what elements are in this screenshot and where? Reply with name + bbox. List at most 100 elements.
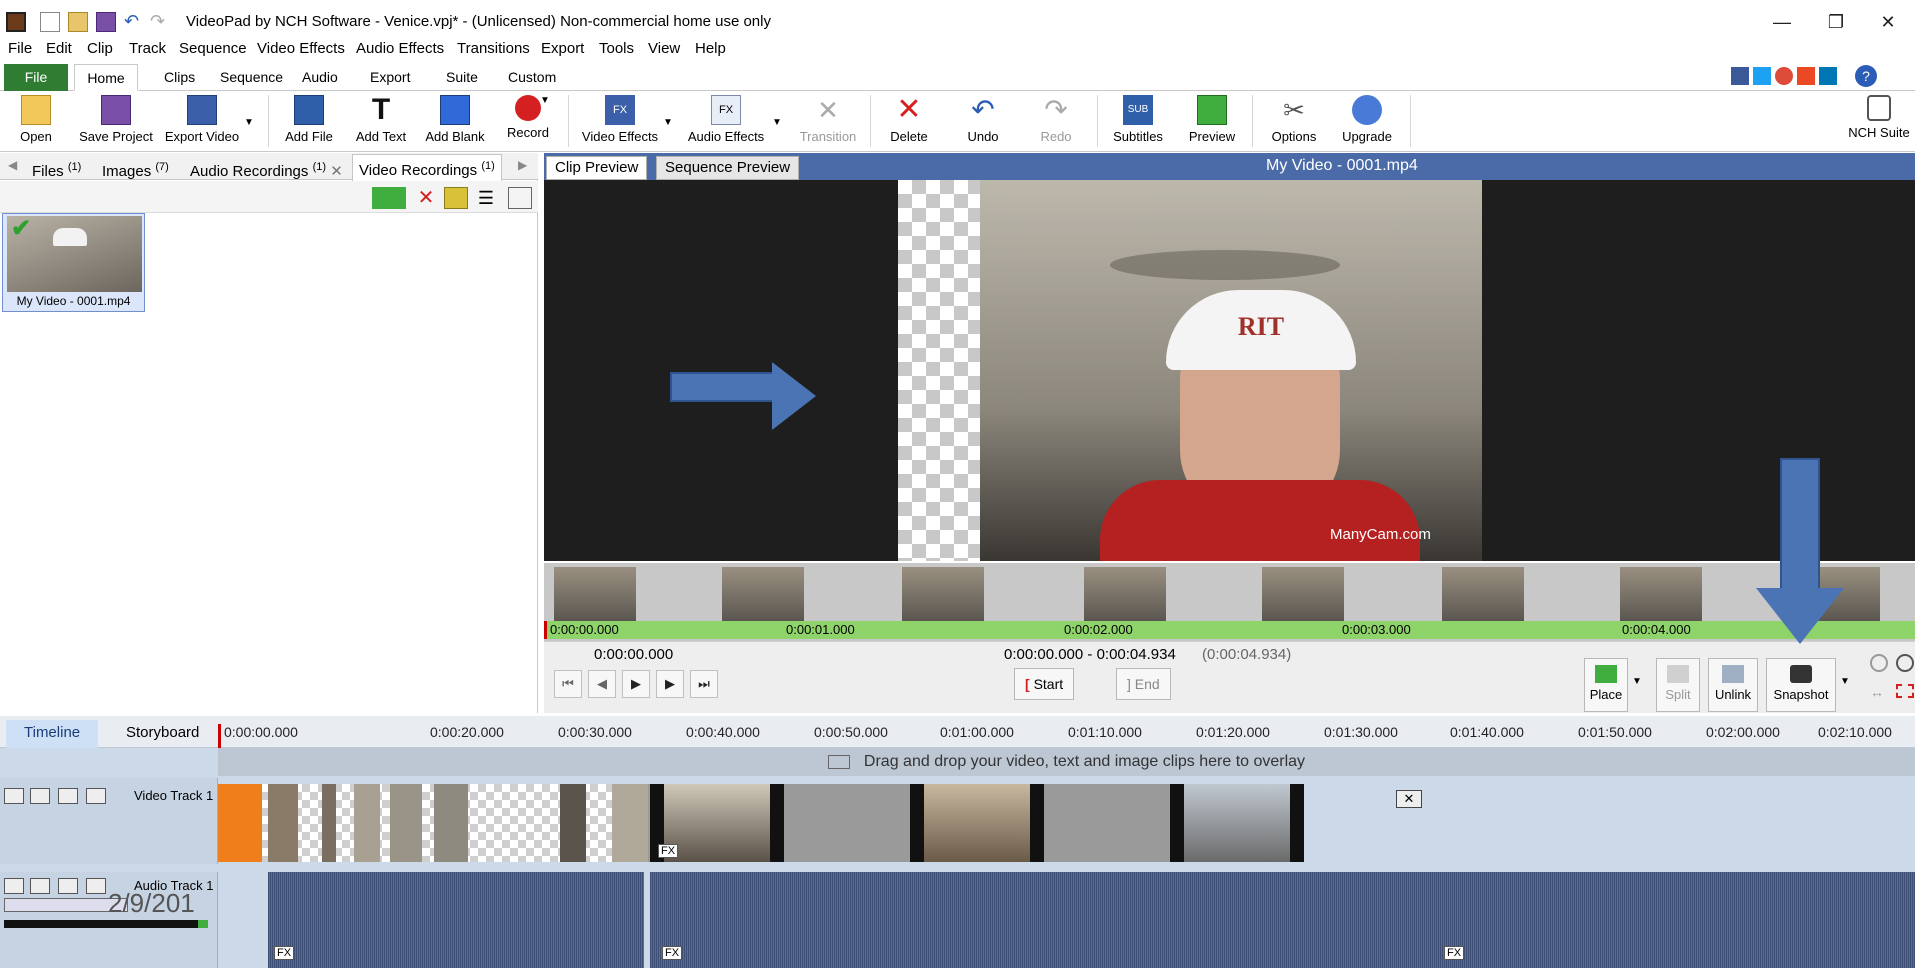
menu-help[interactable]: Help: [695, 40, 726, 57]
upgrade-button[interactable]: Upgrade: [1336, 95, 1398, 149]
menu-view[interactable]: View: [648, 40, 680, 57]
play-button[interactable]: ▶: [622, 670, 650, 698]
preview-ruler[interactable]: 0:00:00.000 0:00:01.000 0:00:02.000 0:00…: [544, 621, 1915, 639]
add-text-button[interactable]: T Add Text: [352, 95, 410, 149]
tab-suite[interactable]: Suite: [434, 64, 490, 91]
menu-edit[interactable]: Edit: [46, 40, 72, 57]
set-start-button[interactable]: [ Start: [1014, 668, 1075, 700]
restore-button[interactable]: ❐: [1816, 6, 1856, 38]
split-button[interactable]: Split: [1656, 658, 1700, 712]
zoom-in-icon[interactable]: [1896, 654, 1914, 672]
nch-suite-button[interactable]: NCH Suite: [1846, 95, 1912, 149]
fx-badge[interactable]: FX: [662, 946, 683, 960]
close-icon[interactable]: ✕: [330, 163, 343, 180]
tab-file[interactable]: File: [4, 64, 68, 91]
minimize-button[interactable]: —: [1762, 6, 1802, 38]
video-effects-button[interactable]: FX Video Effects: [580, 95, 660, 149]
chevron-right-icon[interactable]: ▶: [518, 158, 527, 172]
undo-button[interactable]: ↶ Undo: [958, 95, 1008, 149]
list-view-icon[interactable]: ☰: [474, 187, 498, 209]
eye-icon[interactable]: [30, 788, 50, 804]
go-to-start-button[interactable]: ⏮: [554, 670, 582, 698]
tab-custom[interactable]: Custom: [496, 64, 568, 91]
new-folder-icon[interactable]: [444, 187, 468, 209]
snapshot-button[interactable]: Snapshot: [1766, 658, 1836, 712]
audio-waveform[interactable]: [650, 872, 1915, 968]
menu-export[interactable]: Export: [541, 40, 584, 57]
fx-badge[interactable]: FX: [1444, 946, 1465, 960]
menu-transitions[interactable]: Transitions: [457, 40, 530, 57]
redo-button[interactable]: ↷ Redo: [1032, 95, 1080, 149]
twitter-icon[interactable]: [1753, 67, 1771, 85]
collapse-track-icon[interactable]: [4, 788, 24, 804]
googleplus-icon[interactable]: [1775, 67, 1793, 85]
audio-waveform[interactable]: [268, 872, 644, 968]
playhead[interactable]: [544, 621, 547, 639]
linkedin-icon[interactable]: [1819, 67, 1837, 85]
tab-export[interactable]: Export: [358, 64, 422, 91]
step-back-button[interactable]: ◀: [588, 670, 616, 698]
chevron-down-icon[interactable]: ▼: [1632, 676, 1642, 687]
go-to-end-button[interactable]: ⏭: [690, 670, 718, 698]
stumbleupon-icon[interactable]: [1797, 67, 1815, 85]
new-icon[interactable]: [40, 12, 60, 32]
menu-sequence[interactable]: Sequence: [179, 40, 247, 57]
add-file-button[interactable]: Add File: [280, 95, 338, 149]
chevron-down-icon[interactable]: ▼: [244, 117, 254, 128]
effects-icon[interactable]: [58, 788, 78, 804]
lock-icon[interactable]: [86, 878, 106, 894]
redo-icon[interactable]: ↷: [150, 12, 170, 32]
audio-effects-button[interactable]: FX Audio Effects: [686, 95, 766, 149]
chevron-down-icon[interactable]: ▼: [663, 117, 673, 128]
tab-audio-recordings[interactable]: Audio Recordings (1) ✕: [184, 156, 349, 180]
menu-video-effects[interactable]: Video Effects: [257, 40, 345, 57]
chevron-down-icon[interactable]: ▼: [1840, 676, 1850, 687]
menu-file[interactable]: File: [8, 40, 32, 57]
step-forward-button[interactable]: ▶: [656, 670, 684, 698]
video-clip[interactable]: [1170, 784, 1304, 862]
chevron-down-icon[interactable]: ▼: [540, 95, 550, 106]
fx-badge[interactable]: FX: [274, 946, 295, 960]
remove-icon[interactable]: ✕: [414, 187, 438, 209]
tab-storyboard[interactable]: Storyboard: [108, 720, 217, 748]
delete-button[interactable]: ✕ Delete: [884, 95, 934, 149]
playhead[interactable]: [218, 724, 221, 748]
subtitles-button[interactable]: SUB Subtitles: [1108, 95, 1168, 149]
menu-clip[interactable]: Clip: [87, 40, 113, 57]
menu-track[interactable]: Track: [129, 40, 166, 57]
fit-width-icon[interactable]: ↔: [1870, 684, 1884, 700]
tab-sequence[interactable]: Sequence: [208, 64, 295, 91]
help-icon[interactable]: ?: [1855, 65, 1877, 87]
undo-icon[interactable]: ↶: [124, 12, 144, 32]
tab-home[interactable]: Home: [74, 64, 138, 91]
add-to-sequence-icon[interactable]: [372, 187, 406, 209]
save-icon[interactable]: [96, 12, 116, 32]
tab-clips[interactable]: Clips: [152, 64, 207, 91]
set-end-button[interactable]: ] End: [1116, 668, 1171, 700]
facebook-icon[interactable]: [1731, 67, 1749, 85]
tab-timeline[interactable]: Timeline: [6, 720, 99, 748]
zoom-out-icon[interactable]: [1870, 654, 1888, 672]
menu-tools[interactable]: Tools: [599, 40, 634, 57]
speaker-icon[interactable]: [30, 878, 50, 894]
menu-audio-effects[interactable]: Audio Effects: [356, 40, 444, 57]
video-clip[interactable]: [218, 784, 262, 862]
unlink-button[interactable]: Unlink: [1708, 658, 1758, 712]
video-track[interactable]: FX ✕: [218, 778, 1915, 864]
lock-icon[interactable]: [86, 788, 106, 804]
collapse-track-icon[interactable]: [4, 878, 24, 894]
place-button[interactable]: Place: [1584, 658, 1628, 712]
options-button[interactable]: ✂ Options: [1264, 95, 1324, 149]
video-clip[interactable]: [910, 784, 1044, 862]
open-icon[interactable]: [68, 12, 88, 32]
save-project-button[interactable]: Save Project: [74, 95, 158, 149]
tab-images[interactable]: Images (7): [96, 156, 175, 180]
audio-track[interactable]: FX FX FX: [218, 872, 1915, 968]
open-button[interactable]: Open: [14, 95, 58, 149]
transition-button[interactable]: ✕ Transition: [796, 95, 860, 149]
tab-sequence-preview[interactable]: Sequence Preview: [656, 156, 800, 180]
bin-clip-item[interactable]: ✔ My Video - 0001.mp4: [2, 213, 145, 312]
export-video-button[interactable]: Export Video: [162, 95, 242, 149]
add-blank-button[interactable]: Add Blank: [424, 95, 486, 149]
tab-clip-preview[interactable]: Clip Preview: [546, 156, 648, 180]
